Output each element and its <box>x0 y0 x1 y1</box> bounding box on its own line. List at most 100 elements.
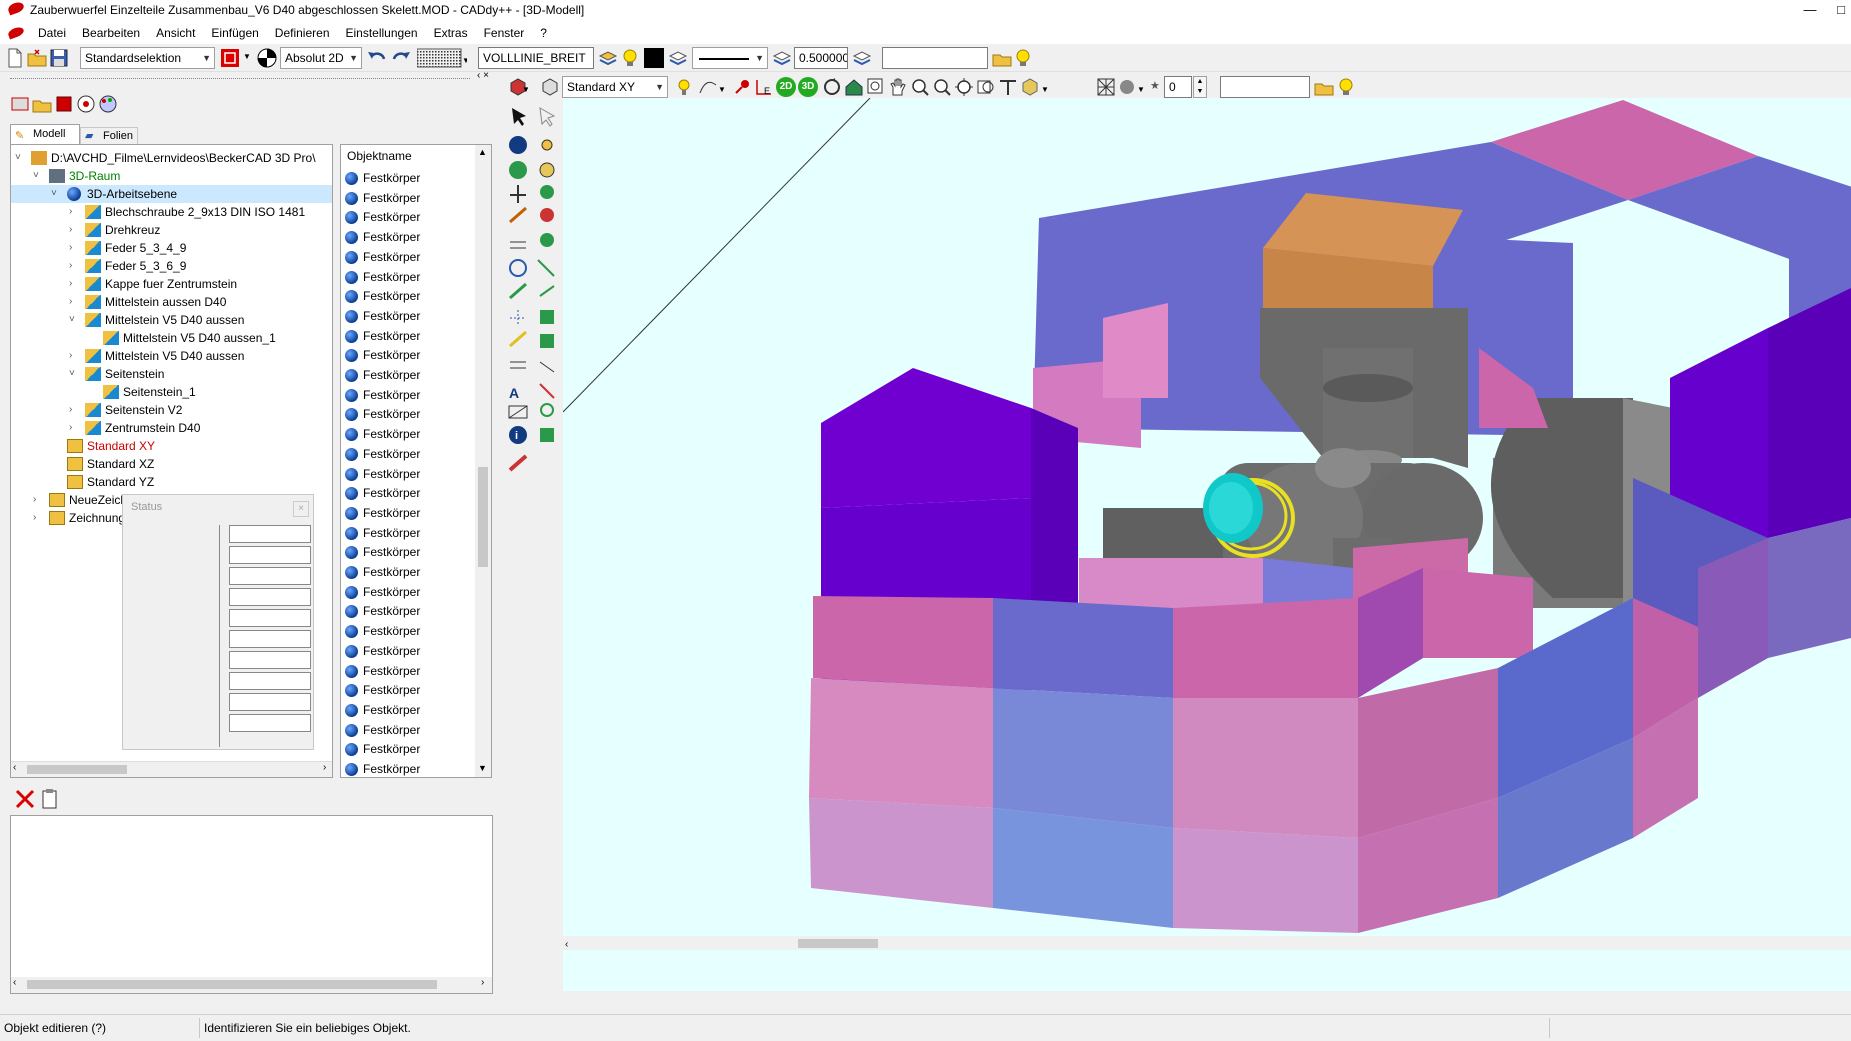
menu-item-definieren[interactable]: Definieren <box>267 25 338 41</box>
object-list-item[interactable]: Festkörper <box>345 602 420 621</box>
tree-node[interactable]: ˅ D:\AVCHD_Filme\Lernvideos\BeckerCAD 3D … <box>11 149 332 167</box>
tree-expander-icon[interactable]: ˅ <box>33 167 45 185</box>
minimize-button[interactable]: — <box>1790 1 1830 21</box>
object-list-item[interactable]: Festkörper <box>345 248 420 267</box>
delete-list-icon[interactable] <box>54 94 74 114</box>
object-list-item[interactable]: Festkörper <box>345 583 420 602</box>
menu-item-einstellungen[interactable]: Einstellungen <box>338 25 426 41</box>
maximize-button[interactable]: □ <box>1831 1 1851 21</box>
edge-tool-icon[interactable]: E <box>754 77 774 97</box>
bulb-on-icon[interactable] <box>1013 48 1033 68</box>
object-list-item[interactable]: Festkörper <box>345 543 420 562</box>
object-list-item[interactable]: Festkörper <box>345 287 420 306</box>
section-tool-icon[interactable] <box>998 77 1018 97</box>
status-field[interactable] <box>229 609 311 627</box>
select-dropdown-arrow[interactable]: ▼ <box>243 52 251 61</box>
object-list-item[interactable]: Festkörper <box>345 268 420 287</box>
tree-scroll-thumb[interactable] <box>27 765 127 774</box>
object-list-item[interactable]: Festkörper <box>345 327 420 346</box>
object-list-item[interactable]: Festkörper <box>345 465 420 484</box>
object-list-item[interactable]: Festkörper <box>345 169 420 188</box>
tree-expander-icon[interactable]: › <box>69 293 81 311</box>
object-list-item[interactable]: Festkörper <box>345 346 420 365</box>
status-field[interactable] <box>229 525 311 543</box>
color-swatch[interactable] <box>644 48 664 68</box>
3d-model-render[interactable]: ‹ <box>563 98 1851 991</box>
object-list-item[interactable]: Festkörper <box>345 681 420 700</box>
scroll-down-icon[interactable]: ▼ <box>478 763 487 773</box>
tab-modell[interactable]: ✎ Modell <box>10 124 80 144</box>
tree-node[interactable]: ˅ 3D-Raum <box>11 167 332 185</box>
status-field[interactable] <box>229 693 311 711</box>
line-width-field[interactable]: 0.500000 <box>794 47 848 69</box>
tree-expander-icon[interactable]: › <box>69 275 81 293</box>
tree-node[interactable]: › Mittelstein V5 D40 aussen <box>11 347 332 365</box>
tab-folien[interactable]: ▰ Folien <box>80 127 138 144</box>
select-box-icon[interactable] <box>220 48 240 68</box>
object-list-item[interactable]: Festkörper <box>345 760 420 777</box>
object-list-item[interactable]: Festkörper <box>345 228 420 247</box>
object-list-item[interactable]: Festkörper <box>345 405 420 424</box>
tree-node[interactable]: Standard XZ <box>11 455 332 473</box>
object-list-scroll-thumb[interactable] <box>478 467 488 567</box>
object-list-item[interactable]: Festkörper <box>345 662 420 681</box>
menu-item-extras[interactable]: Extras <box>426 25 476 41</box>
toolbar1-empty-field[interactable] <box>882 47 988 69</box>
panel-grip[interactable] <box>10 78 470 79</box>
rotate-view-icon[interactable] <box>822 77 842 97</box>
tree-expander-icon[interactable]: › <box>33 509 45 527</box>
object-list-item[interactable]: Festkörper <box>345 701 420 720</box>
tree-expander-icon[interactable]: › <box>69 203 81 221</box>
object-list-item[interactable]: Festkörper <box>345 208 420 227</box>
delete-x-icon[interactable] <box>14 788 36 810</box>
view-3d-button[interactable]: 3D <box>798 77 818 97</box>
folder-icon[interactable] <box>32 94 52 114</box>
zoom-all-icon[interactable] <box>954 77 974 97</box>
scroll-left-icon[interactable]: ‹ <box>13 762 16 773</box>
model-tree-icon[interactable] <box>10 94 30 114</box>
menu-item-einfügen[interactable]: Einfügen <box>203 25 266 41</box>
object-list-item[interactable]: Festkörper <box>345 504 420 523</box>
status-window-close-button[interactable]: × <box>293 501 309 517</box>
output-horizontal-scrollbar[interactable]: ‹ › <box>11 977 492 993</box>
tree-expander-icon[interactable]: › <box>69 401 81 419</box>
tree-node[interactable]: › Seitenstein V2 <box>11 401 332 419</box>
tree-node[interactable]: Standard YZ <box>11 473 332 491</box>
save-icon[interactable] <box>49 48 69 68</box>
pan-hand-icon[interactable] <box>888 77 908 97</box>
status-field[interactable] <box>229 714 311 732</box>
tree-expander-icon[interactable]: › <box>69 347 81 365</box>
status-field[interactable] <box>229 567 311 585</box>
tree-node[interactable]: › Drehkreuz <box>11 221 332 239</box>
shading-box-icon[interactable]: ▼ <box>1020 77 1050 97</box>
tree-expander-icon[interactable]: › <box>69 221 81 239</box>
view-plane-icon[interactable] <box>540 77 560 97</box>
layer-settings-icon[interactable] <box>852 48 872 68</box>
object-list-item[interactable]: Festkörper <box>345 484 420 503</box>
document-logo-icon[interactable] <box>6 25 26 40</box>
curve-tool-icon[interactable]: ▼ <box>698 77 726 97</box>
status-field[interactable] <box>229 651 311 669</box>
object-list-item[interactable]: Festkörper <box>345 740 420 759</box>
output-scroll-left-icon[interactable]: ‹ <box>13 977 16 988</box>
tree-expander-icon[interactable]: ˅ <box>51 185 63 203</box>
zoom-window-icon[interactable] <box>866 77 886 97</box>
coordinate-mode-combo[interactable]: Absolut 2D ▼ <box>280 47 362 69</box>
menu-item-help[interactable]: ? <box>532 25 555 41</box>
coordinate-origin-icon[interactable] <box>257 48 277 68</box>
new-file-icon[interactable] <box>5 48 25 68</box>
status-field[interactable] <box>229 588 311 606</box>
tree-expander-icon[interactable]: ˅ <box>15 149 27 167</box>
menu-item-ansicht[interactable]: Ansicht <box>148 25 203 41</box>
layer-icon[interactable] <box>598 48 618 68</box>
folder-light-icon[interactable] <box>992 48 1012 68</box>
menu-item-datei[interactable]: Datei <box>30 25 74 41</box>
menu-item-bearbeiten[interactable]: Bearbeiten <box>74 25 148 41</box>
object-list-item[interactable]: Festkörper <box>345 445 420 464</box>
clipboard-icon[interactable] <box>40 788 60 810</box>
tree-node[interactable]: ˅ Mittelstein V5 D40 aussen <box>11 311 332 329</box>
output-box[interactable]: ‹ › <box>10 815 493 994</box>
render-sphere-icon[interactable]: ▼ <box>1118 77 1148 97</box>
tree-expander-icon[interactable]: › <box>33 491 45 509</box>
output-scroll-right-icon[interactable]: › <box>481 977 484 988</box>
